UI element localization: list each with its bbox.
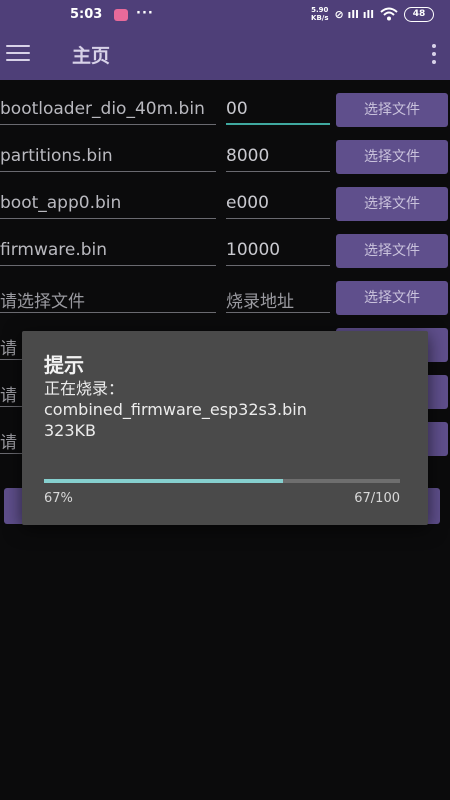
status-time: 5:03: [70, 7, 103, 22]
battery-icon: 48: [404, 6, 434, 22]
dialog-title: 提示: [44, 353, 84, 377]
flash-row: boot_app0.bin e000 选择文件: [0, 181, 450, 228]
select-file-button[interactable]: 选择文件: [336, 234, 448, 268]
select-file-button[interactable]: 选择文件: [336, 93, 448, 127]
address-field[interactable]: 烧录地址: [226, 287, 330, 313]
file-field[interactable]: 请选择文件: [0, 287, 216, 313]
select-file-button[interactable]: 选择文件: [336, 140, 448, 174]
overflow-menu-icon[interactable]: [432, 44, 436, 66]
network-speed: 5.90 KB/s: [311, 6, 328, 22]
page-title: 主页: [72, 45, 111, 67]
flash-row: bootloader_dio_40m.bin 00 选择文件: [0, 87, 450, 134]
more-notifications-icon: ···: [136, 6, 154, 21]
network-speed-unit: KB/s: [311, 14, 329, 22]
flash-row: 请选择文件 烧录地址 选择文件: [0, 275, 450, 322]
progress-percent: 67%: [44, 491, 73, 506]
flash-row: partitions.bin 8000 选择文件: [0, 134, 450, 181]
dialog-filesize: 323KB: [44, 421, 97, 440]
menu-icon[interactable]: [6, 45, 30, 65]
status-icons: 5.90 KB/s ⊘ ıll ıll 48: [311, 6, 434, 22]
file-field[interactable]: bootloader_dio_40m.bin: [0, 99, 216, 125]
network-speed-value: 5.90: [311, 6, 329, 14]
select-file-button[interactable]: 选择文件: [336, 281, 448, 315]
signal-icon: ⊘ ıll ıll: [334, 7, 375, 21]
address-field[interactable]: e000: [226, 193, 330, 219]
progress-bar: [44, 479, 400, 483]
progress-dialog: 提示 正在烧录： combined_firmware_esp32s3.bin 3…: [22, 331, 428, 525]
file-field[interactable]: boot_app0.bin: [0, 193, 216, 219]
address-field[interactable]: 00: [226, 99, 330, 125]
address-field[interactable]: 10000: [226, 240, 330, 266]
progress-bar-fill: [44, 479, 283, 483]
select-file-button[interactable]: 选择文件: [336, 187, 448, 221]
file-field[interactable]: firmware.bin: [0, 240, 216, 266]
notification-icon: [114, 9, 128, 21]
file-field[interactable]: partitions.bin: [0, 146, 216, 172]
dialog-status-line: 正在烧录：: [44, 379, 125, 398]
app-bar: 主页: [0, 30, 450, 80]
dialog-message: 正在烧录： combined_firmware_esp32s3.bin 323K…: [44, 378, 414, 441]
flash-row: firmware.bin 10000 选择文件: [0, 228, 450, 275]
progress-count: 67/100: [354, 491, 400, 506]
status-bar: 5:03 ··· 5.90 KB/s ⊘ ıll ıll 48: [0, 0, 450, 30]
wifi-icon: [380, 7, 398, 21]
dialog-filename: combined_firmware_esp32s3.bin: [44, 400, 307, 419]
address-field[interactable]: 8000: [226, 146, 330, 172]
